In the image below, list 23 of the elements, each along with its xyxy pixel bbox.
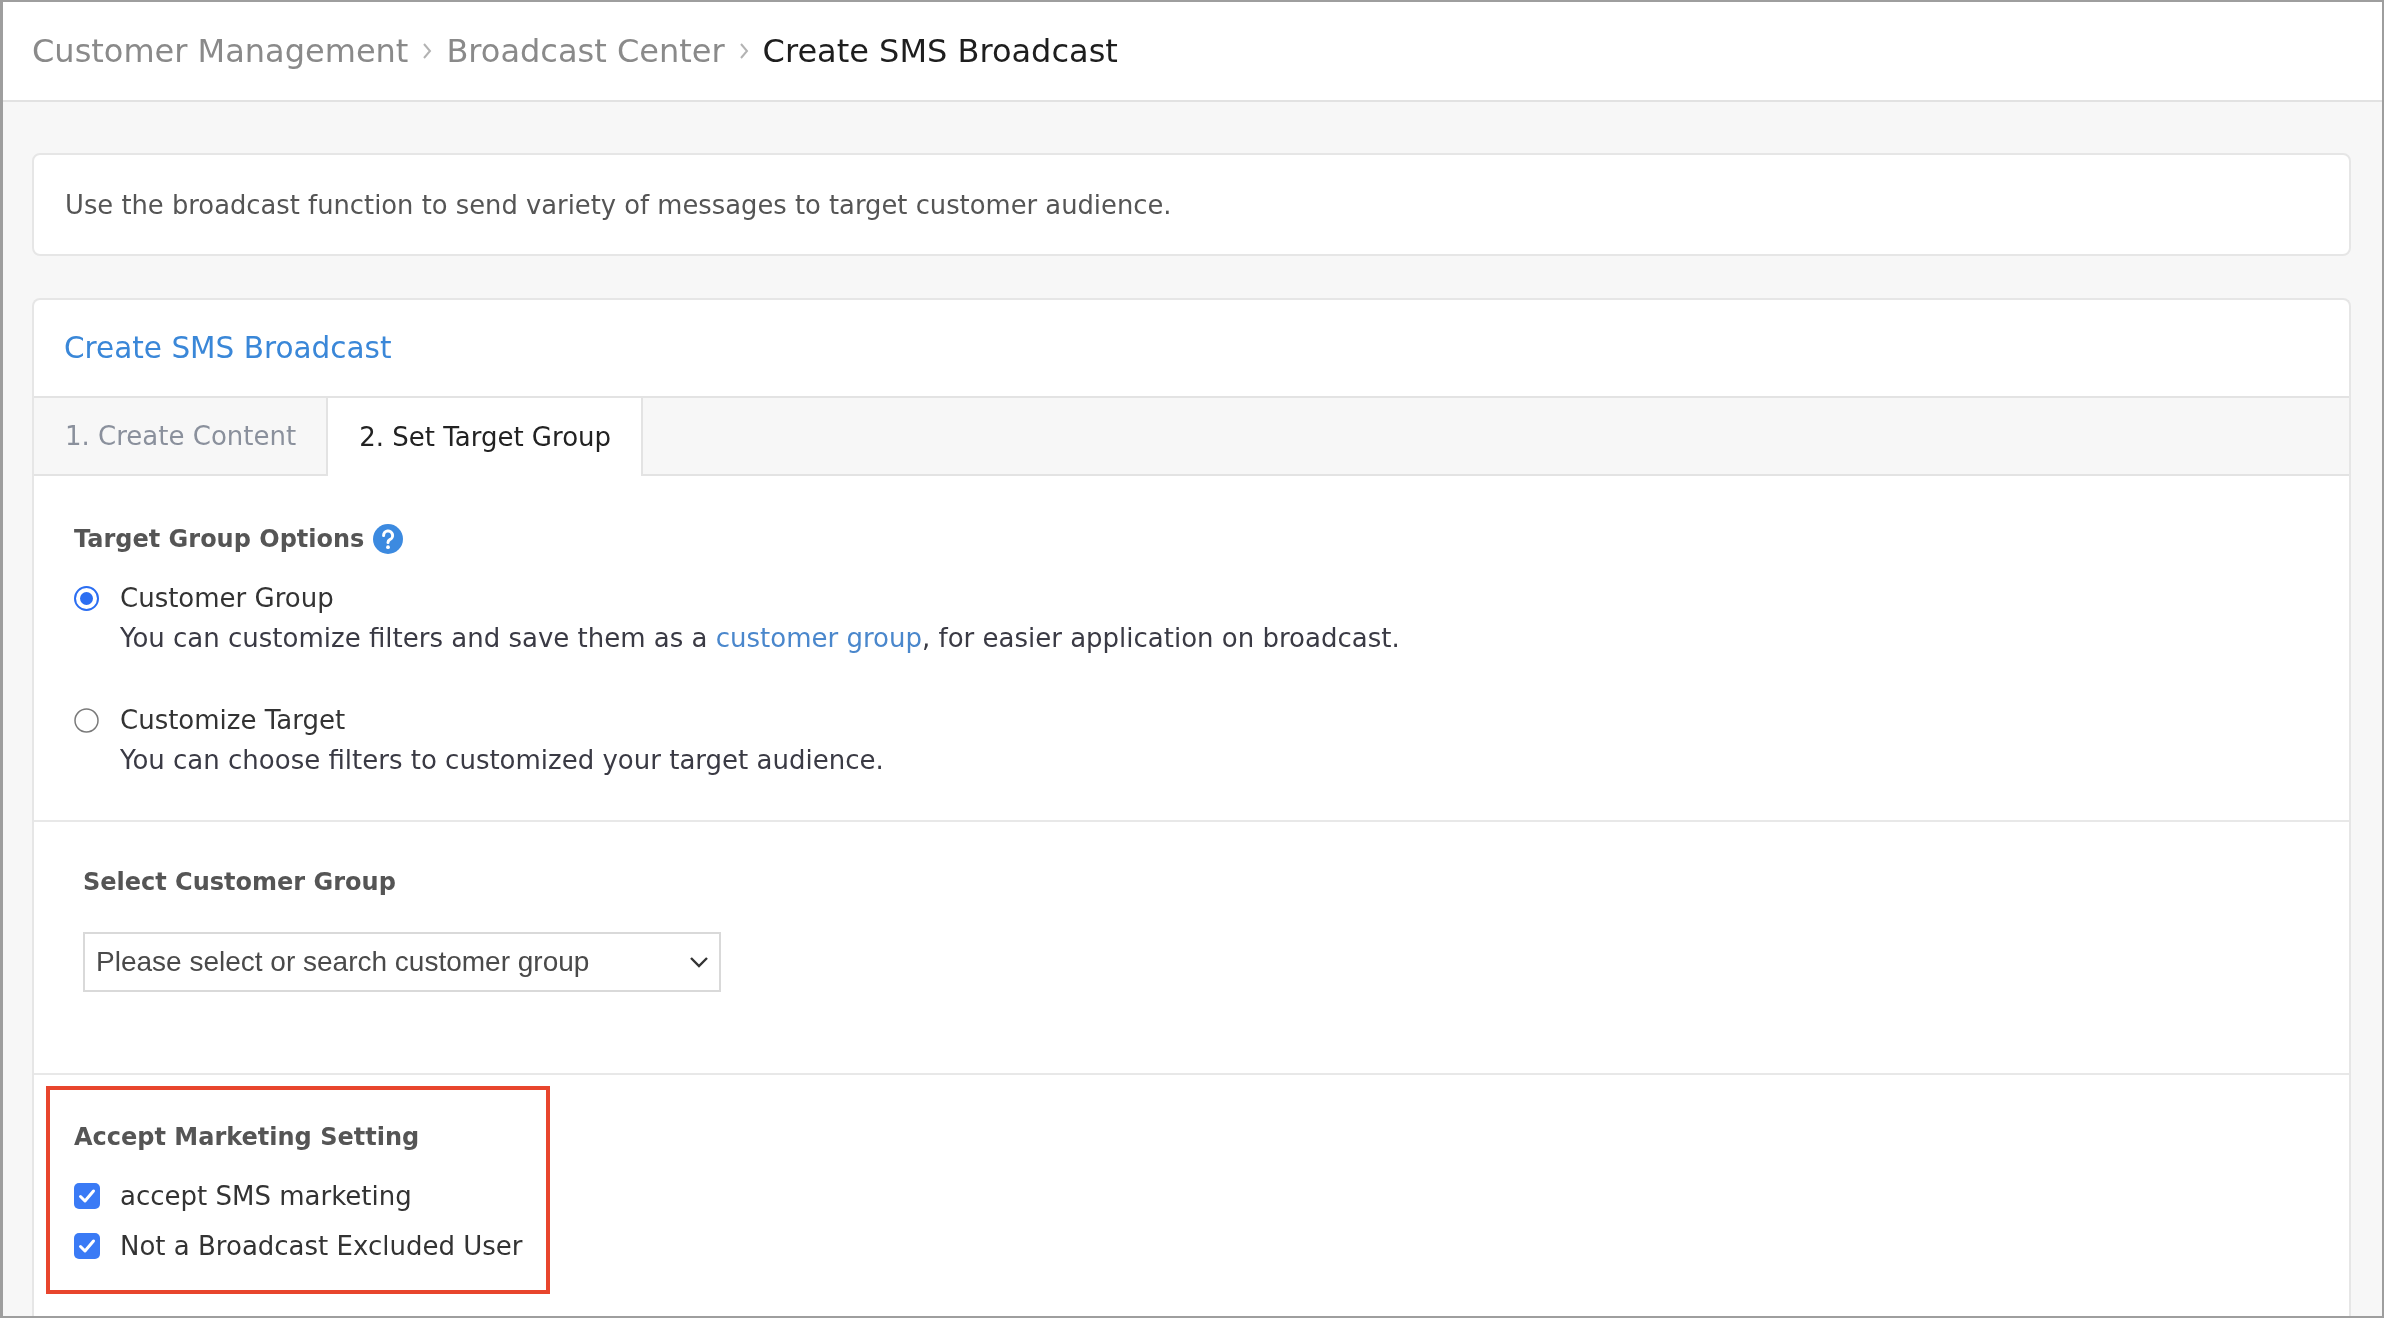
section-heading: Target Group Options [74,525,365,553]
option-description: You can choose filters to customized your target audience. [120,744,884,777]
section-heading: Accept Marketing Setting [74,1123,420,1151]
info-text: Use the broadcast function to send variety of messages to target customer audience. [65,189,1172,220]
radio-button[interactable] [74,707,99,733]
panel-title: Create SMS Broadcast [64,331,392,365]
option-label[interactable]: Customer Group [120,583,334,613]
help-icon[interactable] [373,524,404,554]
radio-button[interactable] [74,585,99,611]
option-label[interactable]: Customize Target [120,705,346,735]
checkbox-label[interactable]: Not a Broadcast Excluded User [120,1231,523,1261]
chevron-right-icon [738,42,749,60]
checkbox[interactable] [74,1183,100,1209]
chevron-right-icon [422,42,433,60]
checkbox-label[interactable]: accept SMS marketing [120,1181,412,1211]
tab[interactable]: 2. Set Target Group [326,398,644,476]
customer-group-link[interactable]: customer group [715,623,922,653]
section-heading: Select Customer Group [83,868,396,896]
customer-group-dropdown[interactable]: Please select or search customer group [83,932,721,992]
chevron-down-icon [689,956,709,968]
breadcrumb-item: Create SMS Broadcast [762,32,1118,70]
checkbox[interactable] [74,1233,100,1259]
option-description: You can customize filters and save them as a customer group, for easier application on broadcast. [120,622,1400,655]
